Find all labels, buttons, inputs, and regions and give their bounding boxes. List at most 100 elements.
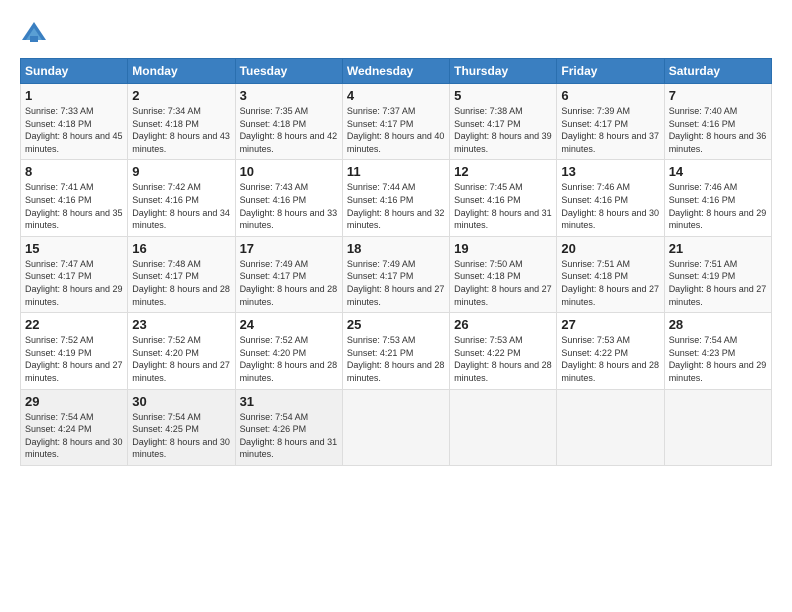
calendar-cell	[450, 389, 557, 465]
calendar-cell: 14 Sunrise: 7:46 AMSunset: 4:16 PMDayligh…	[664, 160, 771, 236]
cell-info: Sunrise: 7:39 AMSunset: 4:17 PMDaylight:…	[561, 106, 659, 154]
day-number: 7	[669, 88, 767, 103]
day-number: 19	[454, 241, 552, 256]
day-number: 27	[561, 317, 659, 332]
cell-info: Sunrise: 7:53 AMSunset: 4:21 PMDaylight:…	[347, 335, 445, 383]
day-number: 23	[132, 317, 230, 332]
calendar-cell: 22Sunrise: 7:52 AMSunset: 4:19 PMDayligh…	[21, 313, 128, 389]
cell-info: Sunrise: 7:48 AMSunset: 4:17 PMDaylight:…	[132, 259, 230, 307]
day-number: 17	[240, 241, 338, 256]
cell-info: Sunrise: 7:49 AMSunset: 4:17 PMDaylight:…	[347, 259, 445, 307]
cell-info: Sunrise: 7:52 AMSunset: 4:20 PMDaylight:…	[132, 335, 230, 383]
weekday-header-row: SundayMondayTuesdayWednesdayThursdayFrid…	[21, 59, 772, 84]
cell-info: Sunrise: 7:42 AMSunset: 4:16 PMDaylight:…	[132, 182, 230, 230]
cell-info: Sunrise: 7:46 AMSunset: 4:16 PMDaylight:…	[561, 182, 659, 230]
day-number: 6	[561, 88, 659, 103]
cell-info: Sunrise: 7:52 AMSunset: 4:20 PMDaylight:…	[240, 335, 338, 383]
day-number: 24	[240, 317, 338, 332]
weekday-header: Saturday	[664, 59, 771, 84]
calendar-cell: 27Sunrise: 7:53 AMSunset: 4:22 PMDayligh…	[557, 313, 664, 389]
cell-info: Sunrise: 7:54 AMSunset: 4:24 PMDaylight:…	[25, 412, 123, 460]
cell-info: Sunrise: 7:46 AMSunset: 4:16 PMDaylight:…	[669, 182, 767, 230]
day-number: 1	[25, 88, 123, 103]
cell-info: Sunrise: 7:51 AMSunset: 4:18 PMDaylight:…	[561, 259, 659, 307]
cell-info: Sunrise: 7:47 AMSunset: 4:17 PMDaylight:…	[25, 259, 123, 307]
day-number: 14	[669, 164, 767, 179]
calendar-table: SundayMondayTuesdayWednesdayThursdayFrid…	[20, 58, 772, 466]
cell-info: Sunrise: 7:37 AMSunset: 4:17 PMDaylight:…	[347, 106, 445, 154]
cell-info: Sunrise: 7:50 AMSunset: 4:18 PMDaylight:…	[454, 259, 552, 307]
cell-info: Sunrise: 7:35 AMSunset: 4:18 PMDaylight:…	[240, 106, 338, 154]
calendar-cell: 26 Sunrise: 7:53 AMSunset: 4:22 PMDayligh…	[450, 313, 557, 389]
calendar-cell: 6 Sunrise: 7:39 AMSunset: 4:17 PMDaylight…	[557, 84, 664, 160]
cell-info: Sunrise: 7:51 AMSunset: 4:19 PMDaylight:…	[669, 259, 767, 307]
weekday-header: Monday	[128, 59, 235, 84]
calendar-cell: 7Sunrise: 7:40 AMSunset: 4:16 PMDaylight…	[664, 84, 771, 160]
day-number: 26	[454, 317, 552, 332]
day-number: 15	[25, 241, 123, 256]
day-number: 25	[347, 317, 445, 332]
cell-info: Sunrise: 7:52 AMSunset: 4:19 PMDaylight:…	[25, 335, 123, 383]
day-number: 10	[240, 164, 338, 179]
weekday-header: Friday	[557, 59, 664, 84]
header	[20, 16, 772, 48]
weekday-header: Wednesday	[342, 59, 449, 84]
cell-info: Sunrise: 7:54 AMSunset: 4:26 PMDaylight:…	[240, 412, 338, 460]
calendar-cell	[664, 389, 771, 465]
calendar-cell: 21Sunrise: 7:51 AMSunset: 4:19 PMDayligh…	[664, 236, 771, 312]
calendar-cell: 29Sunrise: 7:54 AMSunset: 4:24 PMDayligh…	[21, 389, 128, 465]
cell-info: Sunrise: 7:34 AMSunset: 4:18 PMDaylight:…	[132, 106, 230, 154]
calendar-week-row: 8Sunrise: 7:41 AMSunset: 4:16 PMDaylight…	[21, 160, 772, 236]
logo	[20, 20, 52, 48]
day-number: 4	[347, 88, 445, 103]
cell-info: Sunrise: 7:53 AMSunset: 4:22 PMDaylight:…	[454, 335, 552, 383]
calendar-week-row: 22Sunrise: 7:52 AMSunset: 4:19 PMDayligh…	[21, 313, 772, 389]
weekday-header: Thursday	[450, 59, 557, 84]
calendar-cell: 31 Sunrise: 7:54 AMSunset: 4:26 PMDayligh…	[235, 389, 342, 465]
calendar-week-row: 15 Sunrise: 7:47 AMSunset: 4:17 PMDayligh…	[21, 236, 772, 312]
calendar-cell: 3 Sunrise: 7:35 AMSunset: 4:18 PMDaylight…	[235, 84, 342, 160]
calendar-cell: 17Sunrise: 7:49 AMSunset: 4:17 PMDayligh…	[235, 236, 342, 312]
day-number: 5	[454, 88, 552, 103]
cell-info: Sunrise: 7:38 AMSunset: 4:17 PMDaylight:…	[454, 106, 552, 154]
day-number: 28	[669, 317, 767, 332]
page: SundayMondayTuesdayWednesdayThursdayFrid…	[0, 0, 792, 612]
calendar-cell: 23 Sunrise: 7:52 AMSunset: 4:20 PMDayligh…	[128, 313, 235, 389]
cell-info: Sunrise: 7:54 AMSunset: 4:23 PMDaylight:…	[669, 335, 767, 383]
calendar-cell: 10 Sunrise: 7:43 AMSunset: 4:16 PMDayligh…	[235, 160, 342, 236]
day-number: 3	[240, 88, 338, 103]
weekday-header: Tuesday	[235, 59, 342, 84]
calendar-cell	[557, 389, 664, 465]
calendar-cell: 4 Sunrise: 7:37 AMSunset: 4:17 PMDaylight…	[342, 84, 449, 160]
calendar-cell: 25 Sunrise: 7:53 AMSunset: 4:21 PMDayligh…	[342, 313, 449, 389]
cell-info: Sunrise: 7:54 AMSunset: 4:25 PMDaylight:…	[132, 412, 230, 460]
calendar-cell: 30 Sunrise: 7:54 AMSunset: 4:25 PMDayligh…	[128, 389, 235, 465]
calendar-cell: 1 Sunrise: 7:33 AMSunset: 4:18 PMDaylight…	[21, 84, 128, 160]
day-number: 20	[561, 241, 659, 256]
day-number: 13	[561, 164, 659, 179]
day-number: 30	[132, 394, 230, 409]
calendar-cell: 16 Sunrise: 7:48 AMSunset: 4:17 PMDayligh…	[128, 236, 235, 312]
calendar-cell: 12 Sunrise: 7:45 AMSunset: 4:16 PMDayligh…	[450, 160, 557, 236]
calendar-cell: 5 Sunrise: 7:38 AMSunset: 4:17 PMDaylight…	[450, 84, 557, 160]
calendar-cell: 19 Sunrise: 7:50 AMSunset: 4:18 PMDayligh…	[450, 236, 557, 312]
cell-info: Sunrise: 7:45 AMSunset: 4:16 PMDaylight:…	[454, 182, 552, 230]
calendar-cell: 8Sunrise: 7:41 AMSunset: 4:16 PMDaylight…	[21, 160, 128, 236]
calendar-cell: 15 Sunrise: 7:47 AMSunset: 4:17 PMDayligh…	[21, 236, 128, 312]
calendar-cell: 2 Sunrise: 7:34 AMSunset: 4:18 PMDaylight…	[128, 84, 235, 160]
cell-info: Sunrise: 7:44 AMSunset: 4:16 PMDaylight:…	[347, 182, 445, 230]
day-number: 2	[132, 88, 230, 103]
weekday-header: Sunday	[21, 59, 128, 84]
day-number: 12	[454, 164, 552, 179]
cell-info: Sunrise: 7:33 AMSunset: 4:18 PMDaylight:…	[25, 106, 123, 154]
day-number: 8	[25, 164, 123, 179]
calendar-cell: 9 Sunrise: 7:42 AMSunset: 4:16 PMDaylight…	[128, 160, 235, 236]
day-number: 16	[132, 241, 230, 256]
day-number: 31	[240, 394, 338, 409]
cell-info: Sunrise: 7:43 AMSunset: 4:16 PMDaylight:…	[240, 182, 338, 230]
day-number: 9	[132, 164, 230, 179]
day-number: 18	[347, 241, 445, 256]
calendar-cell: 20 Sunrise: 7:51 AMSunset: 4:18 PMDayligh…	[557, 236, 664, 312]
calendar-cell: 18 Sunrise: 7:49 AMSunset: 4:17 PMDayligh…	[342, 236, 449, 312]
calendar-cell: 13 Sunrise: 7:46 AMSunset: 4:16 PMDayligh…	[557, 160, 664, 236]
